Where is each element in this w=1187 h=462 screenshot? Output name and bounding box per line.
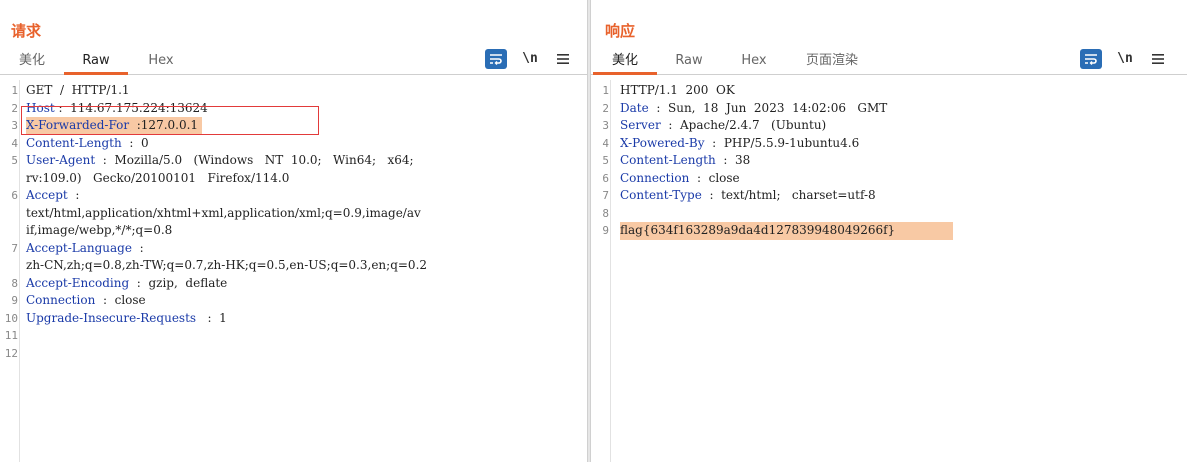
code-line: HTTP/1.1 200 OK bbox=[620, 82, 735, 100]
header-value: zh-CN,zh;q=0.8,zh-TW;q=0.7,zh-HK;q=0.5,e… bbox=[26, 258, 428, 272]
line-number: 2 bbox=[11, 101, 18, 115]
response-tab-render[interactable]: 页面渲染 bbox=[791, 47, 873, 75]
code-line: Accept : bbox=[26, 187, 79, 205]
response-editor[interactable]: 1 HTTP/1.1 200 OK 2 Date : Sun, 18 Jun 2023… bbox=[591, 80, 1187, 462]
line-number: 7 bbox=[11, 241, 18, 255]
code-line: Content-Length : 38 bbox=[620, 152, 750, 170]
line-number: 6 bbox=[11, 189, 18, 202]
response-title: 响应 bbox=[605, 22, 636, 40]
header-name: User-Agent bbox=[26, 153, 96, 167]
request-pane: 请求 美化 Raw Hex \n 1 GET / HTTP/1.1 2 Host : … bbox=[0, 0, 587, 462]
header-value: text/html,application/xhtml+xml,applicat… bbox=[26, 205, 421, 220]
header-name: Connection bbox=[620, 170, 690, 185]
code-line: Accept-Encoding : gzip, deflate bbox=[26, 275, 227, 293]
header-value: GET / HTTP/1.1 bbox=[26, 83, 130, 97]
request-editor[interactable]: 1 GET / HTTP/1.1 2 Host : 114.67.175.224:13… bbox=[0, 80, 587, 462]
code-line: rv:109.0) Gecko/20100101 Firefox/114.0 bbox=[26, 170, 289, 188]
line-number: 4 bbox=[11, 136, 18, 150]
highlighted-code-line: flag{634f163289a9da4d127839948049266f} bbox=[620, 222, 953, 240]
header-value: : gzip, deflate bbox=[129, 275, 228, 290]
code-line: zh-CN,zh;q=0.8,zh-TW;q=0.7,zh-HK;q=0.5,e… bbox=[26, 257, 427, 275]
header-name: Date bbox=[620, 100, 649, 115]
request-tab-hex[interactable]: Hex bbox=[132, 47, 190, 75]
header-value: : Mozilla/5.0 (Windows NT 10.0; Win64; x… bbox=[95, 153, 414, 167]
response-tab-raw[interactable]: Raw bbox=[661, 47, 717, 75]
menu-icon[interactable] bbox=[552, 49, 574, 69]
line-number: 8 bbox=[602, 206, 609, 220]
code-line: Content-Length : 0 bbox=[26, 135, 149, 153]
header-value: if,image/webp,*/*;q=0.8 bbox=[26, 223, 173, 237]
menu-icon[interactable] bbox=[1147, 49, 1169, 69]
code-line: X-Powered-By : PHP/5.5.9-1ubuntu4.6 bbox=[620, 135, 859, 153]
header-name: Accept bbox=[26, 188, 68, 202]
request-tab-raw[interactable]: Raw bbox=[64, 47, 128, 75]
header-name: Content-Type bbox=[620, 188, 702, 202]
code-line: Connection : close bbox=[620, 170, 740, 188]
line-number: 5 bbox=[11, 154, 18, 167]
header-value: : PHP/5.5.9-1ubuntu4.6 bbox=[704, 135, 860, 150]
header-value: : Apache/2.4.7 (Ubuntu) bbox=[660, 118, 827, 132]
header-name: Accept-Language bbox=[26, 240, 132, 255]
header-name: Content-Length bbox=[26, 135, 122, 150]
response-tab-pretty[interactable]: 美化 bbox=[593, 47, 657, 75]
header-value: : bbox=[131, 240, 144, 255]
code-line: Content-Type : text/html; charset=utf-8 bbox=[620, 187, 876, 205]
header-name: Upgrade-Insecure-Requests bbox=[26, 310, 197, 325]
line-number: 4 bbox=[602, 136, 609, 150]
line-number: 1 bbox=[602, 84, 609, 97]
header-value: : bbox=[67, 188, 80, 202]
code-line: User-Agent : Mozilla/5.0 (Windows NT 10.… bbox=[26, 152, 414, 170]
code-line: Upgrade-Insecure-Requests : 1 bbox=[26, 310, 227, 328]
header-value: : 1 bbox=[196, 310, 227, 325]
line-number: 3 bbox=[11, 119, 18, 132]
header-value: flag{634f163289a9da4d127839948049266f} bbox=[620, 223, 896, 237]
wrap-lines-icon[interactable] bbox=[1080, 49, 1102, 69]
header-name: Connection bbox=[26, 293, 96, 307]
header-value: : Sun, 18 Jun 2023 14:02:06 GMT bbox=[648, 100, 888, 115]
line-number: 2 bbox=[602, 101, 609, 115]
code-line: Server : Apache/2.4.7 (Ubuntu) bbox=[620, 117, 826, 135]
request-title: 请求 bbox=[11, 22, 42, 40]
line-number: 5 bbox=[602, 154, 609, 167]
line-number: 9 bbox=[11, 294, 18, 307]
code-line: text/html,application/xhtml+xml,applicat… bbox=[26, 205, 421, 223]
header-value: : close bbox=[95, 293, 146, 307]
line-number: 9 bbox=[602, 224, 609, 237]
header-name: Content-Length bbox=[620, 153, 716, 167]
line-number: 1 bbox=[11, 84, 18, 97]
annotation-box bbox=[21, 106, 319, 135]
code-line: if,image/webp,*/*;q=0.8 bbox=[26, 222, 172, 240]
request-tab-pretty[interactable]: 美化 bbox=[4, 47, 60, 75]
code-line: Accept-Language : bbox=[26, 240, 144, 258]
header-name: X-Powered-By bbox=[620, 135, 705, 150]
line-number: 10 bbox=[4, 311, 18, 325]
code-line: Connection : close bbox=[26, 292, 146, 310]
header-value: : close bbox=[689, 170, 740, 185]
show-newlines-button[interactable]: \n bbox=[1114, 49, 1136, 69]
header-value: : 0 bbox=[121, 135, 149, 150]
header-name: Server bbox=[620, 118, 661, 132]
header-name: Accept-Encoding bbox=[26, 275, 130, 290]
line-number: 8 bbox=[11, 276, 18, 290]
line-number: 12 bbox=[4, 346, 18, 360]
code-line: GET / HTTP/1.1 bbox=[26, 82, 130, 100]
line-number: 7 bbox=[602, 189, 609, 202]
response-tab-hex[interactable]: Hex bbox=[727, 47, 781, 75]
line-number: 6 bbox=[602, 171, 609, 185]
header-value: HTTP/1.1 200 OK bbox=[620, 83, 735, 97]
header-value: : text/html; charset=utf-8 bbox=[701, 188, 876, 202]
wrap-lines-icon[interactable] bbox=[485, 49, 507, 69]
line-number: 11 bbox=[4, 329, 18, 342]
header-value: : 38 bbox=[715, 153, 751, 167]
line-number: 3 bbox=[602, 119, 609, 132]
header-value: rv:109.0) Gecko/20100101 Firefox/114.0 bbox=[26, 170, 290, 185]
code-line: Date : Sun, 18 Jun 2023 14:02:06 GMT bbox=[620, 100, 887, 118]
show-newlines-button[interactable]: \n bbox=[519, 49, 541, 69]
response-pane: 响应 美化 Raw Hex 页面渲染 \n 1 HTTP/1.1 200 OK 2 D… bbox=[591, 0, 1187, 462]
